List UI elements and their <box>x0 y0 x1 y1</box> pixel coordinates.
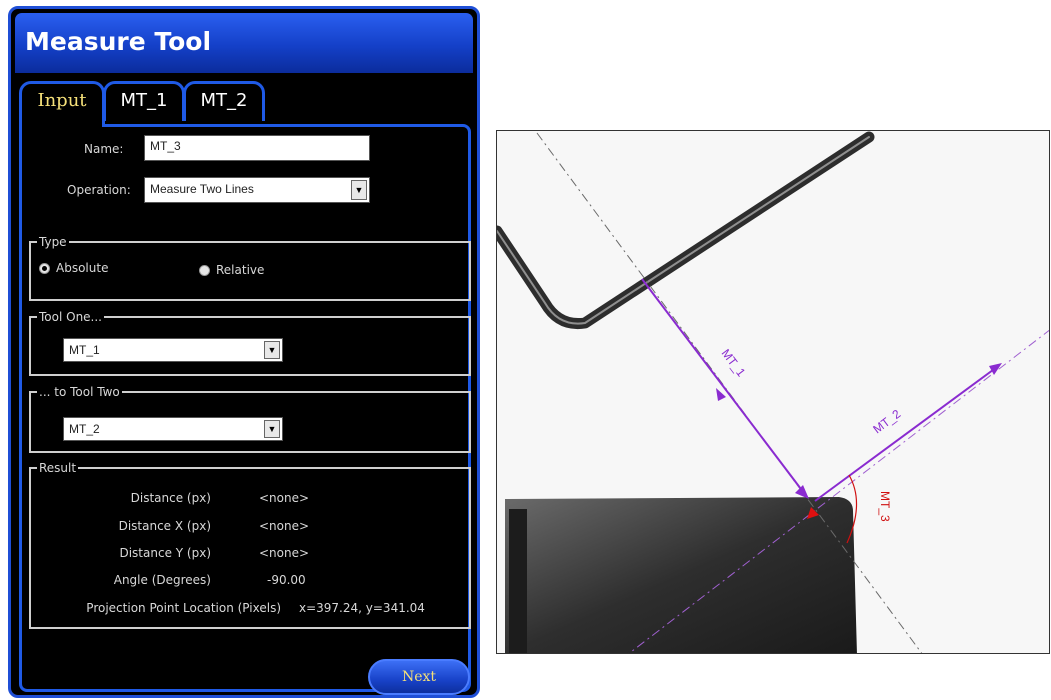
operation-label: Operation: <box>67 183 131 197</box>
name-label: Name: <box>84 142 124 156</box>
result-row-label: Distance X (px) <box>118 519 211 533</box>
tool-one-legend: Tool One... <box>37 309 104 325</box>
result-row-label: Angle (Degrees) <box>113 573 211 587</box>
next-button[interactable]: Next <box>368 659 470 695</box>
tab-mt-2[interactable]: MT_2 <box>183 81 265 121</box>
operation-value: Measure Two Lines <box>150 182 254 196</box>
result-row-value: x=397.24, y=341.04 <box>299 601 425 615</box>
tool-one-select[interactable]: MT_1 ▼ <box>63 338 283 362</box>
tool-two-group: ... to Tool Two MT_2 ▼ <box>29 384 471 453</box>
result-row-value: <none> <box>259 519 310 533</box>
measure-tool-panel: Measure Tool Input MT_1 MT_2 Name: MT_3 … <box>8 6 480 698</box>
type-group: Type Absolute Relative <box>29 234 471 301</box>
block-face <box>509 509 527 653</box>
title-bar: Measure Tool <box>15 13 473 73</box>
tool-two-legend: ... to Tool Two <box>37 384 122 400</box>
radio-absolute[interactable]: Absolute <box>39 261 108 275</box>
result-row-value: <none> <box>259 546 310 560</box>
relative-label: Relative <box>216 263 265 277</box>
radio-relative[interactable]: Relative <box>199 263 264 277</box>
result-row-label: Distance Y (px) <box>119 546 211 560</box>
dark-block <box>505 497 857 653</box>
radio-unselected-icon <box>199 264 210 276</box>
operation-select[interactable]: Measure Two Lines ▼ <box>144 177 370 203</box>
result-legend: Result <box>37 460 79 476</box>
tool-one-group: Tool One... MT_1 ▼ <box>29 309 471 376</box>
tool-two-select[interactable]: MT_2 ▼ <box>63 417 283 441</box>
panel-title: Measure Tool <box>25 27 212 56</box>
result-group: Result Distance (px) <none> Distance X (… <box>29 460 471 629</box>
type-legend: Type <box>37 234 69 250</box>
tool-one-value: MT_1 <box>69 343 100 357</box>
chevron-down-icon[interactable]: ▼ <box>264 341 280 359</box>
absolute-label: Absolute <box>56 261 109 275</box>
chevron-down-icon[interactable]: ▼ <box>264 420 280 438</box>
measurement-image-view: MT_1 MT_2 MT_3 <box>496 130 1050 654</box>
result-row-value: -90.00 <box>267 573 306 587</box>
mt-3-label: MT_3 <box>878 491 892 522</box>
result-row-value: <none> <box>259 491 310 505</box>
radio-selected-icon <box>39 262 50 274</box>
measurement-canvas: MT_1 MT_2 MT_3 <box>497 131 1049 653</box>
tab-input[interactable]: Input <box>19 81 105 127</box>
result-row-label: Projection Point Location (Pixels) <box>86 601 281 615</box>
tab-mt-1[interactable]: MT_1 <box>103 81 185 121</box>
tool-two-value: MT_2 <box>69 422 100 436</box>
result-row-label: Distance (px) <box>130 491 211 505</box>
name-input[interactable]: MT_3 <box>144 135 370 161</box>
chevron-down-icon[interactable]: ▼ <box>351 180 367 200</box>
